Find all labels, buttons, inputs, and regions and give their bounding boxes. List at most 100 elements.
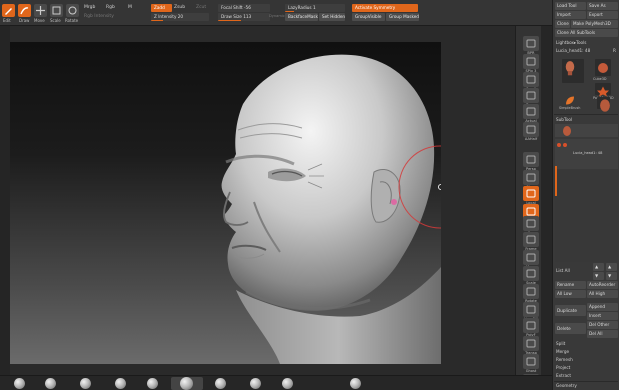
brush-sphere-icon[interactable] — [250, 378, 261, 389]
palette-divider — [554, 114, 618, 115]
focal-shift-slider[interactable]: Focal Shift -56 — [218, 4, 270, 12]
draw-icon[interactable] — [18, 4, 31, 17]
zcut-button[interactable]: Zcut — [196, 5, 206, 10]
geometry-section[interactable]: Geometry — [556, 383, 577, 388]
brush-sphere-icon[interactable] — [215, 378, 226, 389]
all-high-button[interactable]: All High — [587, 290, 618, 298]
brush-sphere-selected-icon[interactable] — [180, 377, 193, 390]
r-button[interactable]: R — [613, 48, 616, 53]
rename-button[interactable]: Rename — [555, 281, 586, 289]
move-icon[interactable] — [34, 4, 47, 17]
current-tool-name[interactable]: Lucia_head1: 48 — [556, 48, 590, 53]
move-down-button[interactable]: ▲ — [606, 263, 617, 271]
mrgb-button[interactable]: Mrgb — [84, 5, 95, 10]
subtool-list-empty — [555, 170, 618, 262]
shelf-floor-icon[interactable] — [523, 170, 539, 185]
subtool-active-row[interactable]: Lucia_head1: 48 — [555, 139, 618, 169]
make-polymesh-button[interactable]: Make PolyMesh3D — [571, 20, 618, 28]
clone-all-subtools-button[interactable]: Clone All SubTools — [555, 29, 618, 37]
append-button[interactable]: Append — [587, 303, 618, 311]
shelf-aahalf-label: AAHalf — [524, 137, 538, 141]
shelf-actual-icon[interactable] — [523, 104, 539, 119]
all-low-button[interactable]: All Low — [555, 290, 586, 298]
shelf-bpr-icon[interactable] — [523, 36, 539, 51]
shelf-xyz-icon[interactable] — [523, 216, 539, 231]
del-other-button[interactable]: Del Other — [587, 321, 618, 329]
brush-sphere-icon[interactable] — [14, 378, 25, 389]
star-thumbnail[interactable] — [595, 83, 611, 97]
shelf-rotate-icon[interactable] — [523, 284, 539, 299]
subtool-row[interactable] — [555, 124, 618, 137]
brush-sphere-icon[interactable] — [350, 378, 361, 389]
save-as-button[interactable]: Save As — [587, 2, 618, 10]
remesh-section[interactable]: Remesh — [556, 357, 573, 362]
del-all-button[interactable]: Del All — [587, 330, 618, 338]
canvas-viewport[interactable] — [10, 42, 441, 364]
move-up-alt-button[interactable]: ▼ — [593, 272, 604, 280]
shelf-aahalf-icon[interactable] — [523, 122, 539, 137]
simplebrush-thumbnail[interactable] — [562, 92, 578, 105]
shelf-scale-icon[interactable] — [523, 266, 539, 281]
merge-section[interactable]: Merge — [556, 349, 569, 354]
list-all-button[interactable]: List All — [556, 268, 570, 273]
z-intensity-slider[interactable]: Z Intensity 20 — [151, 13, 209, 21]
dynamic-button[interactable]: Dynamic — [269, 14, 285, 18]
shelf-scroll-icon[interactable] — [523, 72, 539, 87]
brush-tray — [0, 375, 552, 390]
scale-label: Scale — [50, 18, 61, 23]
project-section[interactable]: Project — [556, 365, 570, 370]
extract-section[interactable]: Extract — [556, 373, 571, 378]
visibility-eye-icon[interactable] — [557, 143, 561, 147]
shelf-spix-icon[interactable] — [523, 54, 539, 69]
zsub-button[interactable]: Zsub — [174, 5, 185, 10]
set-hidden-button[interactable]: Set Hidden — [319, 13, 345, 21]
brush-sphere-icon[interactable] — [80, 378, 91, 389]
subtool-thumb-icon — [563, 126, 571, 136]
load-tool-button[interactable]: Load Tool — [555, 2, 586, 10]
activate-symmetry-button[interactable]: Activate Symmetry — [352, 4, 418, 12]
brush-sphere-icon[interactable] — [147, 378, 158, 389]
duplicate-button[interactable]: Duplicate — [555, 305, 586, 316]
zadd-button[interactable]: Zadd — [151, 4, 172, 12]
lazy-radius-slider[interactable]: LazyRadius 1 — [285, 4, 345, 12]
insert-button[interactable]: Insert — [587, 312, 618, 320]
shelf-frame-icon[interactable] — [523, 232, 539, 247]
m-button[interactable]: M — [128, 5, 132, 10]
shelf-persp-icon[interactable] — [523, 152, 539, 167]
group-visible-button[interactable]: GroupVisible — [352, 13, 385, 21]
edit-icon[interactable] — [2, 4, 15, 17]
rotate-icon[interactable] — [66, 4, 79, 17]
brush-sphere-icon[interactable] — [45, 378, 56, 389]
polypaint-icon[interactable] — [563, 143, 567, 147]
shelf-transp-icon[interactable] — [523, 336, 539, 351]
head-thumbnail[interactable] — [562, 59, 584, 83]
clone-button[interactable]: Clone — [555, 20, 570, 28]
palette-divider — [554, 381, 618, 382]
subtool-section-header[interactable]: SubTool — [556, 117, 572, 122]
shelf-linefill-icon[interactable] — [523, 302, 539, 317]
split-section[interactable]: Split — [556, 341, 565, 346]
lightbox-tools-link[interactable]: Lightbox▸Tools — [556, 40, 586, 45]
brush-sphere-icon[interactable] — [115, 378, 126, 389]
move-down-alt-button[interactable]: ▼ — [606, 272, 617, 280]
shelf-polyf-icon[interactable] — [523, 318, 539, 333]
shelf-local-icon[interactable] — [523, 186, 539, 201]
backface-mask-button[interactable]: BackfaceMask — [285, 13, 318, 21]
move-up-button[interactable]: ▲ — [593, 263, 604, 271]
autoreorder-button[interactable]: AutoReorder — [587, 281, 618, 289]
import-button[interactable]: Import — [555, 11, 586, 19]
rgb-intensity-slider[interactable]: Rgb Intensity — [84, 14, 114, 19]
shelf-ghost-icon[interactable] — [523, 354, 539, 369]
shelf-zoom-icon[interactable] — [523, 88, 539, 103]
export-button[interactable]: Export — [587, 11, 618, 19]
rgb-button[interactable]: Rgb — [106, 5, 115, 10]
cube-thumbnail[interactable] — [595, 59, 611, 76]
brush-sphere-icon[interactable] — [282, 378, 293, 389]
shelf-move-icon[interactable] — [523, 250, 539, 265]
head2-thumbnail[interactable] — [597, 97, 610, 112]
delete-button[interactable]: Delete — [555, 323, 586, 334]
scale-icon[interactable] — [50, 4, 63, 17]
draw-size-slider[interactable]: Draw Size 113 — [218, 13, 270, 21]
subtool-scrollbar[interactable] — [555, 166, 557, 196]
group-masked-button[interactable]: Group Masked — [386, 13, 419, 21]
